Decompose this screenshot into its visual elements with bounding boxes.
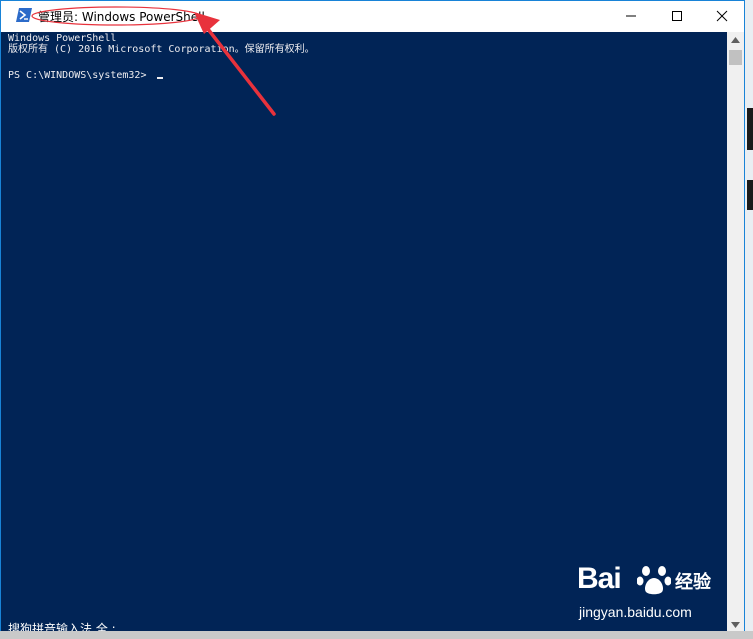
paw-icon	[637, 566, 671, 595]
annotation-highlight-oval	[31, 6, 201, 26]
baidu-jingyan-watermark: Bai 经验 jingyan.baidu.com	[577, 562, 717, 624]
watermark-jingyan: 经验	[675, 572, 711, 593]
minimize-icon	[626, 15, 636, 17]
watermark-logo: Bai	[577, 562, 622, 595]
console-area[interactable]: Windows PowerShell 版权所有 (C) 2016 Microso…	[1, 32, 727, 636]
vertical-scrollbar[interactable]	[727, 32, 744, 632]
console-prompt: PS C:\WINDOWS\system32>	[8, 70, 153, 81]
scroll-down-icon[interactable]	[731, 622, 740, 628]
maximize-icon	[672, 11, 682, 21]
close-icon	[716, 10, 728, 22]
watermark-url: jingyan.baidu.com	[579, 604, 692, 620]
scroll-thumb[interactable]	[729, 50, 742, 65]
desktop-item	[747, 180, 753, 210]
desktop-item	[747, 108, 753, 150]
text-cursor	[156, 77, 163, 79]
taskbar-edge	[0, 631, 753, 639]
console-prompt-line[interactable]: PS C:\WINDOWS\system32>	[8, 70, 163, 82]
annotation-arrow-icon	[194, 12, 276, 116]
powershell-window: 管理员: Windows PowerShell Windows PowerShe…	[0, 0, 745, 639]
close-button[interactable]	[699, 1, 745, 31]
scroll-up-icon[interactable]	[731, 37, 740, 43]
minimize-button[interactable]	[608, 1, 654, 31]
maximize-button[interactable]	[654, 1, 700, 31]
